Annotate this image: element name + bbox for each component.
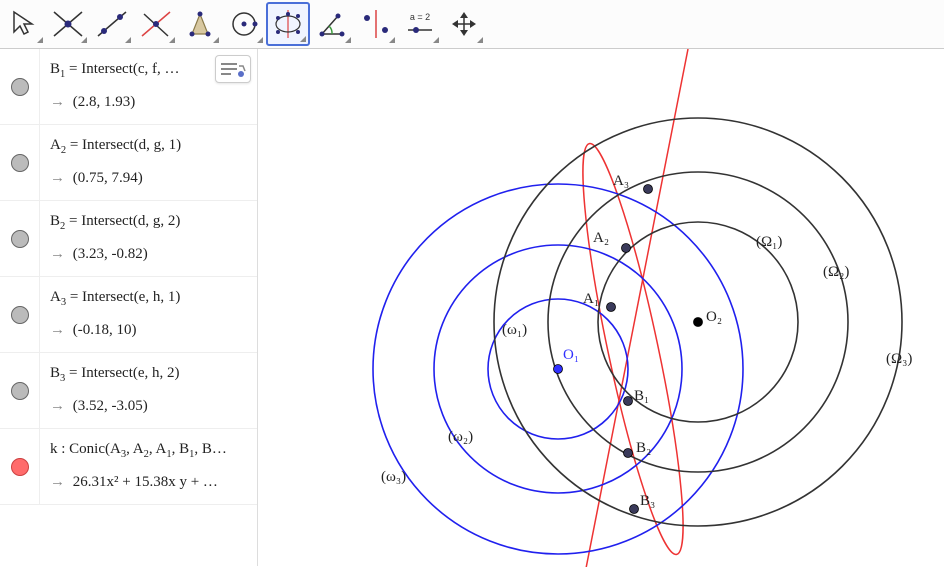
point-label: A₃ xyxy=(613,173,629,190)
point-label: (Ω₃) xyxy=(886,351,912,368)
point-label: B₁ xyxy=(634,388,649,405)
point-label: (ω₁) xyxy=(502,322,527,339)
visibility-toggle[interactable] xyxy=(0,353,40,428)
move-view-tool[interactable] xyxy=(442,2,486,46)
point-label: B₂ xyxy=(636,440,651,457)
move-tool[interactable] xyxy=(2,2,46,46)
angle-tool[interactable] xyxy=(310,2,354,46)
point-label: O₁ xyxy=(563,347,579,364)
algebra-item-body: B2 = Intersect(d, g, 2)→ (3.23, -0.82) xyxy=(40,201,257,275)
algebra-item-k[interactable]: k : Conic(A3, A2, A1, B1, B…→ 26.31x² + … xyxy=(0,429,257,505)
visibility-toggle[interactable] xyxy=(0,277,40,352)
point-label: (Ω₂) xyxy=(823,264,849,281)
algebra-item-A3[interactable]: A3 = Intersect(e, h, 1)→ (-0.18, 10) xyxy=(0,277,257,353)
reflect-tool[interactable] xyxy=(354,2,398,46)
algebra-item-A2[interactable]: A2 = Intersect(d, g, 1)→ (0.75, 7.94) xyxy=(0,125,257,201)
algebra-item-body: k : Conic(A3, A2, A1, B1, B…→ 26.31x² + … xyxy=(40,429,257,503)
algebra-item-body: A2 = Intersect(d, g, 1)→ (0.75, 7.94) xyxy=(40,125,257,199)
conic-tool[interactable] xyxy=(266,2,310,46)
point-label: (Ω₁) xyxy=(756,234,782,251)
point-label: B₃ xyxy=(640,493,655,510)
algebra-view[interactable]: B1 = Intersect(c, f, …→ (2.8, 1.93)A2 = … xyxy=(0,49,258,566)
visibility-toggle[interactable] xyxy=(0,201,40,276)
toolbar: a = 2 xyxy=(0,0,944,49)
point-tool[interactable] xyxy=(46,2,90,46)
perpendicular-tool[interactable] xyxy=(134,2,178,46)
graphics-view[interactable]: (ω₁) (ω₂) (ω₃) (Ω₁) (Ω₂) (Ω₃) A₃ A₂ A₁ O₁ O₂ B₁ B₂ B₃ xyxy=(258,49,944,566)
point-label: O₂ xyxy=(706,309,722,326)
visibility-toggle[interactable] xyxy=(0,429,40,504)
point-label: (ω₂) xyxy=(448,429,473,446)
algebra-item-B3[interactable]: B3 = Intersect(e, h, 2)→ (3.52, -3.05) xyxy=(0,353,257,429)
svg-text:a = 2: a = 2 xyxy=(410,12,430,22)
point-label: (ω₃) xyxy=(381,469,406,486)
point-label: A₂ xyxy=(593,230,609,247)
algebra-item-B2[interactable]: B2 = Intersect(d, g, 2)→ (3.23, -0.82) xyxy=(0,201,257,277)
circle-tool[interactable] xyxy=(222,2,266,46)
visibility-toggle[interactable] xyxy=(0,125,40,200)
slider-tool[interactable]: a = 2 xyxy=(398,2,442,46)
algebra-item-body: A3 = Intersect(e, h, 1)→ (-0.18, 10) xyxy=(40,277,257,351)
polygon-tool[interactable] xyxy=(178,2,222,46)
line-tool[interactable] xyxy=(90,2,134,46)
point-label: A₁ xyxy=(583,291,599,308)
visibility-toggle[interactable] xyxy=(0,49,40,124)
main-area: B1 = Intersect(c, f, …→ (2.8, 1.93)A2 = … xyxy=(0,49,944,566)
keyboard-toggle-icon[interactable] xyxy=(215,55,251,83)
algebra-item-body: B3 = Intersect(e, h, 2)→ (3.52, -3.05) xyxy=(40,353,257,427)
